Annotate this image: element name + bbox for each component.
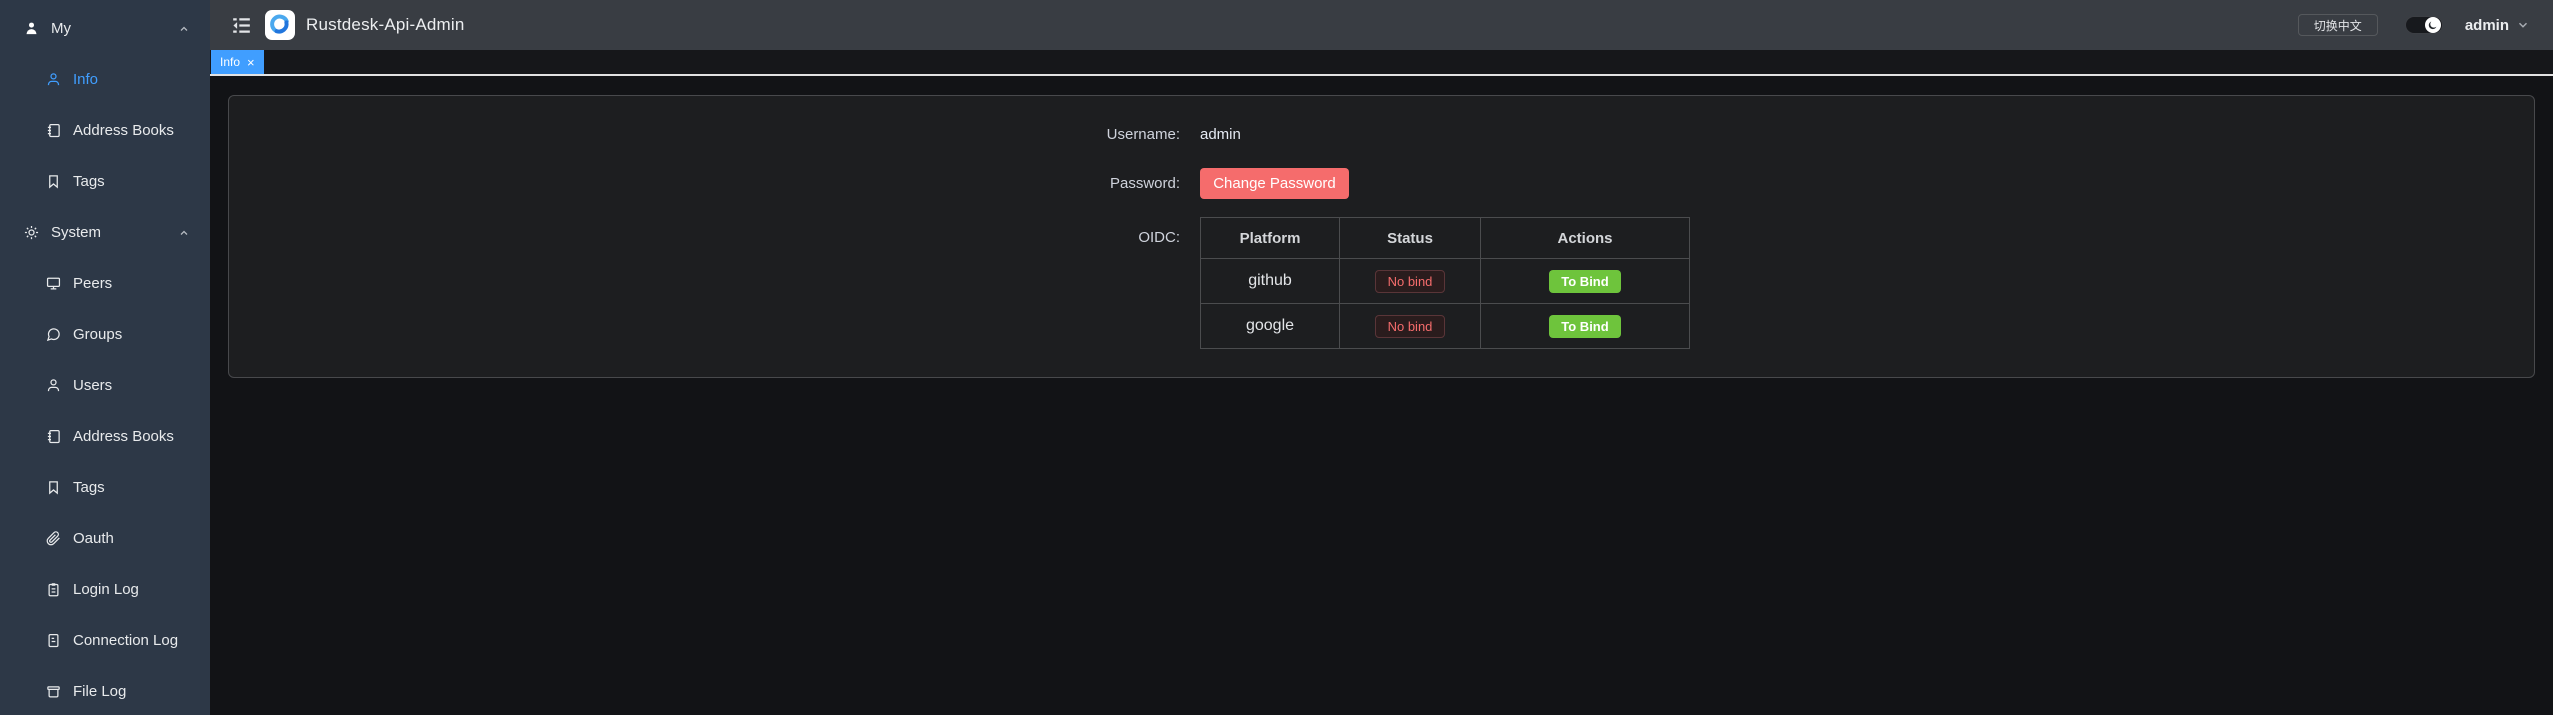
sidebar-item-tags[interactable]: Tags [0, 156, 210, 207]
tab-label: Info [220, 55, 240, 69]
info-card: Username: admin Password: Change Passwor… [228, 95, 2535, 378]
tab-info[interactable]: Info × [211, 50, 264, 74]
sidebar-item-label: Info [73, 71, 98, 88]
sidebar-item-label: Address Books [73, 428, 174, 445]
close-icon[interactable]: × [247, 56, 255, 69]
sidebar-item-file-log[interactable]: File Log [0, 666, 210, 715]
sidebar: My Info Address Books Tags System Peers … [0, 0, 210, 715]
sidebar-item-address-books-system[interactable]: Address Books [0, 411, 210, 462]
platform-cell: github [1201, 259, 1340, 304]
status-badge: No bind [1375, 270, 1446, 293]
sidebar-item-label: Tags [73, 479, 105, 496]
password-row: Password: Change Password [1029, 168, 2534, 199]
change-password-button[interactable]: Change Password [1200, 168, 1349, 199]
paperclip-icon [46, 531, 61, 546]
username-row: Username: admin [1029, 120, 2534, 148]
sidebar-item-label: Users [73, 377, 112, 394]
chevron-up-icon [178, 23, 190, 35]
moon-icon [2427, 20, 2438, 31]
sidebar-item-address-books[interactable]: Address Books [0, 105, 210, 156]
chevron-up-icon [178, 227, 190, 239]
sidebar-item-peers[interactable]: Peers [0, 258, 210, 309]
sidebar-section-label: System [51, 224, 101, 241]
sidebar-item-login-log[interactable]: Login Log [0, 564, 210, 615]
tag-view-bar: Info × [210, 50, 2553, 76]
status-cell: No bind [1340, 304, 1481, 349]
oidc-label: OIDC: [1029, 217, 1180, 258]
sidebar-item-users[interactable]: Users [0, 360, 210, 411]
username-value: admin [1200, 126, 1241, 143]
sidebar-item-label: Connection Log [73, 632, 178, 649]
user-icon [46, 378, 61, 393]
sidebar-item-info[interactable]: Info [0, 54, 210, 105]
sidebar-section-label: My [51, 20, 71, 37]
sidebar-item-label: Login Log [73, 581, 139, 598]
table-row-google: google No bind To Bind [1201, 304, 1690, 349]
sidebar-item-connection-log[interactable]: Connection Log [0, 615, 210, 666]
actions-cell: To Bind [1481, 304, 1690, 349]
sidebar-section-my[interactable]: My [0, 3, 210, 54]
sidebar-item-label: Groups [73, 326, 122, 343]
app-root: My Info Address Books Tags System Peers … [0, 0, 2553, 715]
sidebar-item-tags-system[interactable]: Tags [0, 462, 210, 513]
language-switch-button[interactable]: 切换中文 [2298, 14, 2378, 36]
notebook-icon [46, 429, 61, 444]
actions-cell: To Bind [1481, 259, 1690, 304]
dark-mode-toggle[interactable] [2405, 16, 2443, 34]
topbar-right: 切换中文 admin [2298, 14, 2530, 36]
chevron-down-icon[interactable] [2516, 18, 2530, 32]
oidc-table: Platform Status Actions github No bind [1200, 217, 1690, 349]
user-info-form: Username: admin Password: Change Passwor… [229, 96, 2534, 349]
sidebar-item-groups[interactable]: Groups [0, 309, 210, 360]
column-header-actions: Actions [1481, 218, 1690, 259]
toggle-knob [2425, 17, 2441, 33]
main-content: Username: admin Password: Change Passwor… [210, 78, 2553, 715]
document-icon [46, 633, 61, 648]
app-title: Rustdesk-Api-Admin [306, 15, 465, 35]
user-icon [46, 72, 61, 87]
bookmark-icon [46, 480, 61, 495]
clipboard-icon [46, 582, 61, 597]
sidebar-fold-icon[interactable] [231, 15, 252, 36]
to-bind-button-github[interactable]: To Bind [1549, 270, 1620, 293]
sidebar-item-label: Address Books [73, 122, 174, 139]
sidebar-item-label: File Log [73, 683, 126, 700]
box-icon [46, 684, 61, 699]
platform-cell: google [1201, 304, 1340, 349]
sidebar-item-oauth[interactable]: Oauth [0, 513, 210, 564]
user-icon [24, 21, 39, 36]
sidebar-section-system[interactable]: System [0, 207, 210, 258]
oidc-table-header-row: Platform Status Actions [1201, 218, 1690, 259]
sidebar-item-label: Oauth [73, 530, 114, 547]
sidebar-item-label: Tags [73, 173, 105, 190]
sidebar-item-label: Peers [73, 275, 112, 292]
status-cell: No bind [1340, 259, 1481, 304]
chat-icon [46, 327, 61, 342]
column-header-status: Status [1340, 218, 1481, 259]
column-header-platform: Platform [1201, 218, 1340, 259]
bookmark-icon [46, 174, 61, 189]
user-menu[interactable]: admin [2465, 17, 2509, 34]
topbar: Rustdesk-Api-Admin 切换中文 admin [210, 0, 2553, 50]
password-label: Password: [1029, 175, 1180, 192]
rustdesk-logo-icon [268, 13, 292, 37]
gear-icon [24, 225, 39, 240]
username-label: Username: [1029, 126, 1180, 143]
notebook-icon [46, 123, 61, 138]
to-bind-button-google[interactable]: To Bind [1549, 315, 1620, 338]
oidc-row: OIDC: Platform Status Actions [1029, 217, 2534, 349]
status-badge: No bind [1375, 315, 1446, 338]
monitor-icon [46, 276, 61, 291]
table-row-github: github No bind To Bind [1201, 259, 1690, 304]
app-logo [265, 10, 295, 40]
